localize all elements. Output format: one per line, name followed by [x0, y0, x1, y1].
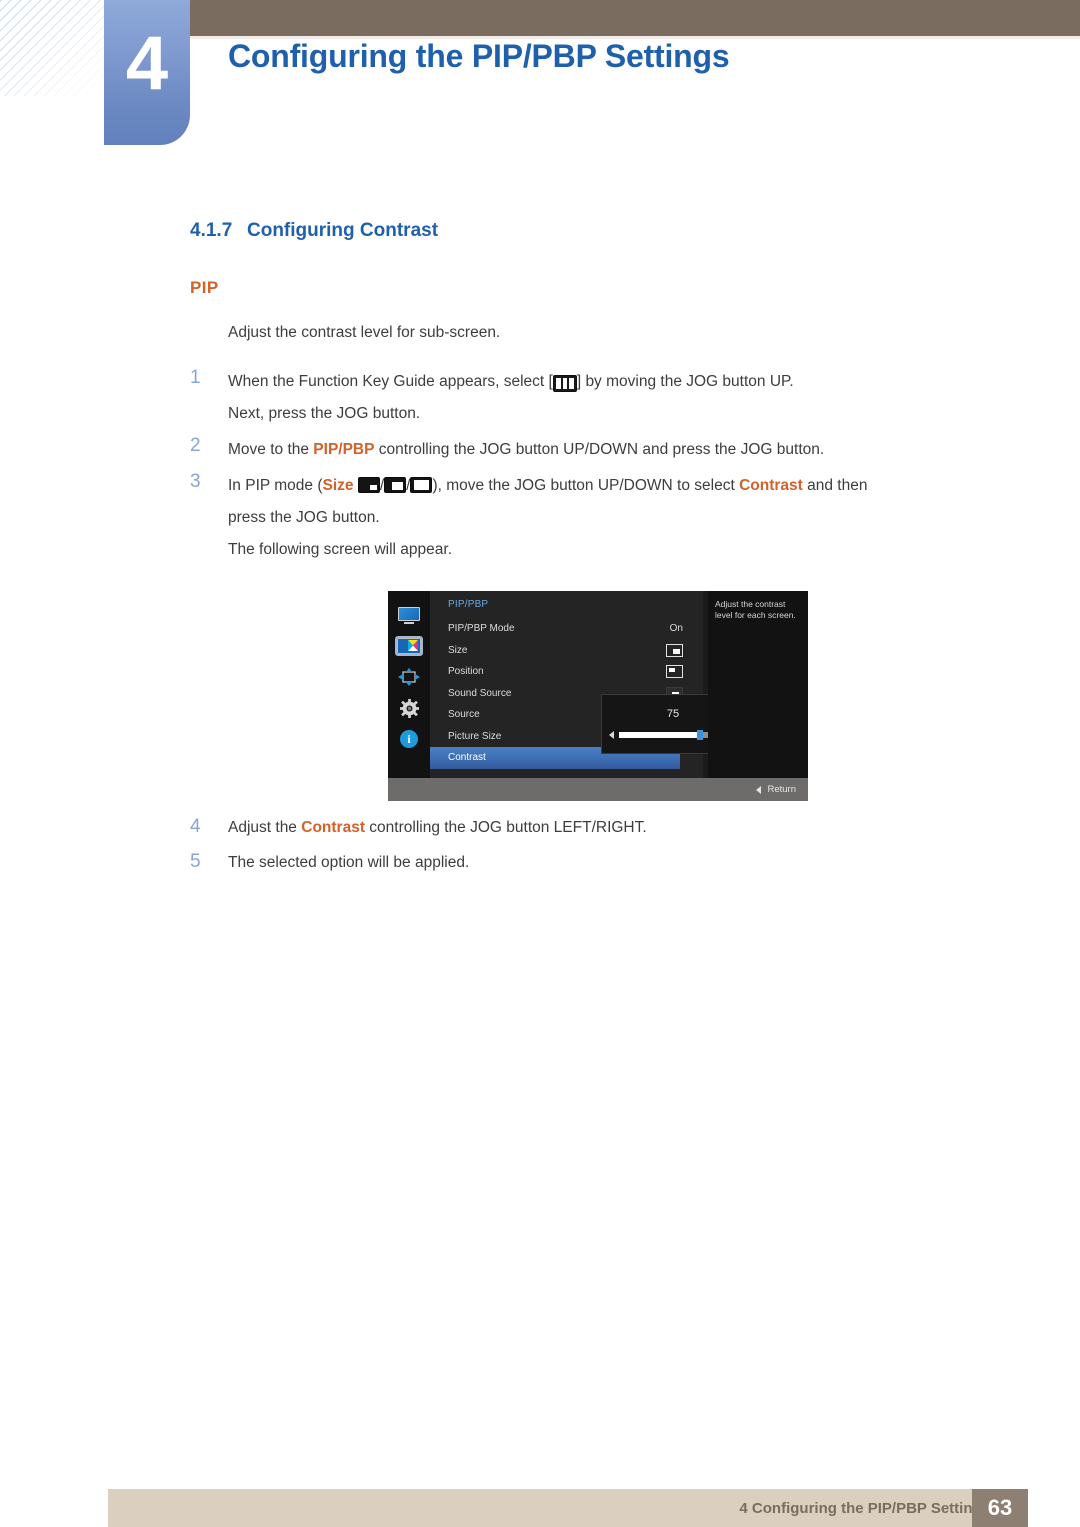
step-keyword-size: Size — [322, 477, 354, 494]
step-number: 1 — [190, 367, 201, 388]
footer-page-number: 63 — [972, 1489, 1028, 1527]
step-item: 1 When the Function Key Guide appears, s… — [190, 366, 1010, 430]
step-keyword: PIP/PBP — [313, 441, 375, 458]
chapter-number-tab: 4 — [104, 0, 190, 145]
step-text-part3: and then — [802, 477, 868, 494]
monitor-icon[interactable] — [397, 605, 421, 625]
sub-heading-pip: PIP — [190, 278, 219, 297]
step-continuation: Next, press the JOG button. — [228, 405, 421, 422]
step-keyword-contrast: Contrast — [739, 477, 803, 494]
osd-main-area: i PIP/PBP PIP/PBP Mode On Size Position — [388, 591, 808, 778]
osd-row-label: Position — [448, 666, 484, 678]
step-number: 5 — [190, 851, 201, 872]
osd-help-panel: Adjust the contrast level for each scree… — [708, 591, 808, 778]
return-label[interactable]: Return — [767, 784, 796, 795]
osd-footer: Return — [388, 778, 808, 801]
step-text-part1: In PIP mode ( — [228, 477, 323, 494]
slider-thumb[interactable] — [697, 730, 703, 740]
slider-fill — [619, 732, 700, 738]
size-large-icon — [410, 477, 433, 493]
section-number: 4.1.7 — [190, 220, 233, 241]
size-value-icon — [666, 643, 683, 657]
osd-row-label: Sound Source — [448, 687, 512, 699]
step-text-after-icon: ] by moving the JOG button UP. — [576, 373, 794, 390]
picture-icon[interactable] — [395, 636, 423, 656]
osd-row-label: Size — [448, 644, 468, 656]
intro-text: Adjust the contrast level for sub-screen… — [228, 324, 501, 341]
step-item: 2 Move to the PIP/PBP controlling the JO… — [190, 434, 1010, 466]
step-text-part1: Adjust the — [228, 819, 302, 836]
chapter-title: Configuring the PIP/PBP Settings — [228, 38, 730, 74]
osd-row-value — [666, 665, 683, 679]
step-text-part2: ), move the JOG button UP/DOWN to select — [432, 477, 740, 494]
step-text: In PIP mode (Size / /), move the JOG butt… — [228, 470, 867, 566]
position-value-icon — [666, 665, 683, 679]
gear-icon[interactable] — [397, 698, 421, 718]
footer-text: 4 Configuring the PIP/PBP Settings — [739, 1500, 990, 1517]
slider-left-arrow-icon[interactable] — [609, 731, 614, 739]
step-text: The selected option will be applied. — [228, 854, 470, 871]
size-small-icon — [357, 477, 380, 493]
info-icon[interactable]: i — [397, 729, 421, 749]
step-number: 3 — [190, 471, 201, 492]
osd-menu-title: PIP/PBP — [448, 599, 489, 610]
section-heading: 4.1.7 Configuring Contrast — [190, 220, 438, 242]
step-text-part2: controlling the JOG button LEFT/RIGHT. — [364, 819, 647, 836]
osd-row-value — [666, 643, 683, 657]
steps-list-top: 1 When the Function Key Guide appears, s… — [190, 366, 1010, 570]
step-number: 4 — [190, 816, 201, 837]
step-continuation-2: The following screen will appear. — [228, 541, 453, 558]
step-continuation-1: press the JOG button. — [228, 509, 380, 526]
osd-sidebar: i — [388, 591, 430, 778]
menu-icon — [552, 375, 577, 392]
step-keyword: Contrast — [301, 819, 365, 836]
osd-row-label: Picture Size — [448, 730, 502, 742]
step-text: Move to the PIP/PBP controlling the JOG … — [228, 434, 824, 466]
step-text-part2: controlling the JOG button UP/DOWN and p… — [374, 441, 825, 458]
header-brown-bar — [190, 0, 1080, 36]
step-item: 4 Adjust the Contrast controlling the JO… — [190, 815, 1010, 841]
osd-screenshot: i PIP/PBP PIP/PBP Mode On Size Position — [388, 591, 808, 801]
step-item: 3 In PIP mode (Size / /), move the JOG bu… — [190, 470, 1010, 566]
osd-row-position[interactable]: Position — [430, 661, 703, 683]
pip-pbp-icon[interactable] — [397, 667, 421, 687]
osd-row-pip-pbp-mode[interactable]: PIP/PBP Mode On — [430, 618, 703, 640]
osd-row-value: On — [669, 623, 683, 635]
step-text: Adjust the Contrast controlling the JOG … — [228, 815, 647, 841]
step-text: When the Function Key Guide appears, sel… — [228, 366, 794, 430]
osd-menu-panel: PIP/PBP PIP/PBP Mode On Size Position So… — [430, 591, 745, 778]
step-number: 2 — [190, 435, 201, 456]
osd-row-label: Contrast — [448, 752, 486, 764]
osd-row-size[interactable]: Size — [430, 640, 703, 662]
steps-list-bottom: 4 Adjust the Contrast controlling the JO… — [190, 815, 1010, 885]
osd-help-text: Adjust the contrast level for each scree… — [715, 599, 796, 620]
section-title: Configuring Contrast — [247, 220, 439, 241]
osd-row-label: PIP/PBP Mode — [448, 623, 515, 635]
step-text-before-icon: When the Function Key Guide appears, sel… — [228, 373, 553, 390]
step-item: 5 The selected option will be applied. — [190, 850, 1010, 876]
osd-row-label: Source — [448, 709, 480, 721]
return-arrow-icon — [756, 785, 762, 794]
size-medium-icon — [384, 477, 407, 493]
step-text-part1: Move to the — [228, 441, 314, 458]
hatch-decoration — [0, 0, 104, 96]
chapter-number: 4 — [125, 20, 169, 106]
